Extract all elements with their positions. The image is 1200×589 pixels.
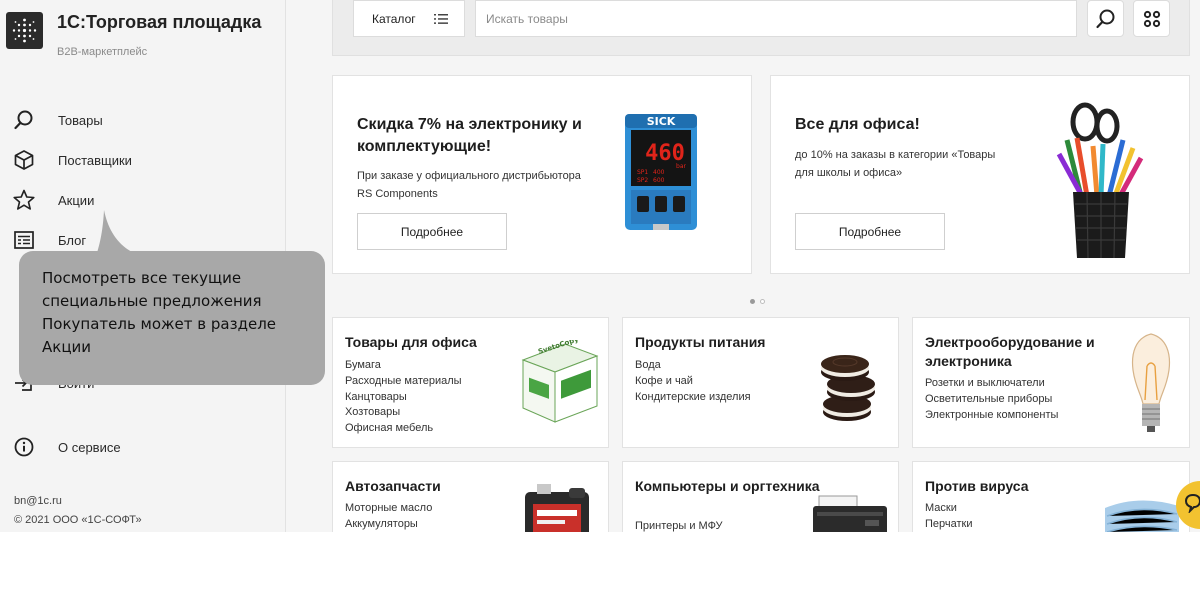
category-card-food[interactable]: Продукты питания Вода Кофе и чай Кондите…: [622, 317, 899, 448]
category-link[interactable]: Маски: [925, 501, 973, 517]
category-card-office[interactable]: Товары для офиса Бумага Расходные матери…: [332, 317, 609, 448]
category-card-antivirus[interactable]: Против вируса Маски Перчатки: [912, 461, 1190, 532]
category-title: Продукты питания: [635, 334, 766, 350]
device-unit: bar: [676, 163, 686, 170]
banner-text: При заказе у официального дистрибьютора …: [357, 170, 581, 200]
cookies-image: [807, 342, 887, 429]
paper-box-image: SvetoCopy: [519, 335, 599, 429]
motor-oil-image: [519, 482, 601, 532]
category-link[interactable]: Канцтовары: [345, 390, 462, 406]
category-link[interactable]: Перчатки: [925, 517, 973, 532]
search-button[interactable]: [1087, 0, 1124, 37]
device-sp1: SP1: [637, 169, 648, 176]
category-link[interactable]: Осветительные приборы: [925, 392, 1058, 408]
info-icon: [12, 435, 36, 459]
search-bar: Каталог: [332, 0, 1190, 56]
category-link[interactable]: Офисная мебель: [345, 421, 462, 437]
category-link[interactable]: Хозтовары: [345, 405, 462, 421]
app-window: 1С:Торговая площадка B2B-маркетплейс Тов…: [0, 0, 1200, 532]
category-items: Розетки и выключатели Осветительные приб…: [925, 376, 1058, 423]
banner-text: до 10% на заказы в категории «Товары для…: [795, 149, 996, 179]
carousel-dot[interactable]: [760, 299, 765, 304]
category-link[interactable]: Бумага: [345, 358, 462, 374]
catalog-button[interactable]: Каталог: [353, 0, 465, 37]
device-sp1-value: 400: [653, 169, 665, 176]
category-title: Компьютеры и оргтехника: [635, 478, 820, 494]
device-sp2: SP2: [637, 177, 648, 184]
grid-icon: [1143, 10, 1161, 28]
pencil-cup-image: [1053, 100, 1149, 262]
tooltip-pointer: [96, 210, 136, 256]
sidebar-item-label: О сервисе: [58, 439, 121, 455]
category-link[interactable]: Кондитерские изделия: [635, 390, 751, 406]
category-items: Моторные масло Аккумуляторы: [345, 501, 432, 532]
category-link[interactable]: Расходные материалы: [345, 374, 462, 390]
face-mask-image: [1099, 492, 1185, 532]
tooltip-line: Акции: [42, 338, 92, 356]
carousel-dots: [750, 291, 770, 309]
banner-more-button[interactable]: Подробнее: [357, 213, 507, 250]
footer-copyright: © 2021 ООО «1С-СОФТ»: [14, 514, 142, 526]
category-card-electrical[interactable]: Электрооборудование и электроника Розетк…: [912, 317, 1190, 448]
category-card-auto[interactable]: Автозапчасти Моторные масло Аккумуляторы: [332, 461, 609, 532]
category-title: Товары для офиса: [345, 334, 477, 350]
category-title: Электрооборудование и электроника: [925, 334, 1095, 369]
tooltip-line: специальные предложения: [42, 292, 262, 310]
category-items: Маски Перчатки: [925, 501, 973, 532]
category-link[interactable]: Вода: [635, 358, 751, 374]
promo-banner-electronics[interactable]: Скидка 7% на электронику и комплектующие…: [332, 75, 752, 274]
category-title: Против вируса: [925, 478, 1029, 494]
device-brand: SICK: [647, 115, 676, 128]
promo-banner-office[interactable]: Все для офиса! до 10% на заказы в катего…: [770, 75, 1190, 274]
category-items: Вода Кофе и чай Кондитерские изделия: [635, 358, 751, 405]
tooltip-line: Посмотреть все текущие: [42, 269, 242, 287]
banner-title: Скидка 7% на электронику и комплектующие…: [357, 116, 582, 155]
lightbulb-image: [1125, 330, 1177, 443]
tooltip-line: Покупатель может в разделе: [42, 315, 277, 333]
device-sp2-value: 600: [653, 177, 665, 184]
search-input[interactable]: [475, 0, 1077, 37]
footer-email[interactable]: bn@1c.ru: [14, 495, 62, 507]
carousel-dot-active[interactable]: [750, 299, 755, 304]
category-card-computers[interactable]: Компьютеры и оргтехника Принтеры и МФУ: [622, 461, 899, 532]
category-items: Принтеры и МФУ: [635, 519, 722, 532]
sidebar-item-about[interactable]: О сервисе: [12, 434, 272, 460]
category-title: Автозапчасти: [345, 478, 441, 494]
category-items: Бумага Расходные материалы Канцтовары Хо…: [345, 358, 462, 437]
chat-icon: [1184, 493, 1200, 518]
tooltip-promotions-hint: Посмотреть все текущие специальные предл…: [19, 251, 325, 385]
category-link[interactable]: Моторные масло: [345, 501, 432, 517]
banner-title: Все для офиса!: [795, 116, 920, 133]
category-link[interactable]: Аккумуляторы: [345, 517, 432, 532]
banner-more-button[interactable]: Подробнее: [795, 213, 945, 250]
grid-view-button[interactable]: [1133, 0, 1170, 37]
category-link[interactable]: Кофе и чай: [635, 374, 751, 390]
search-icon: [1095, 8, 1117, 30]
catalog-label: Каталог: [372, 11, 416, 26]
category-link[interactable]: Принтеры и МФУ: [635, 519, 722, 532]
pressure-sensor-image: SICK 460 bar SP1 400 SP2 600: [623, 112, 699, 232]
category-link[interactable]: Электронные компоненты: [925, 408, 1058, 424]
printer-image: [809, 492, 891, 532]
category-link[interactable]: Розетки и выключатели: [925, 376, 1058, 392]
list-icon: [433, 13, 448, 25]
